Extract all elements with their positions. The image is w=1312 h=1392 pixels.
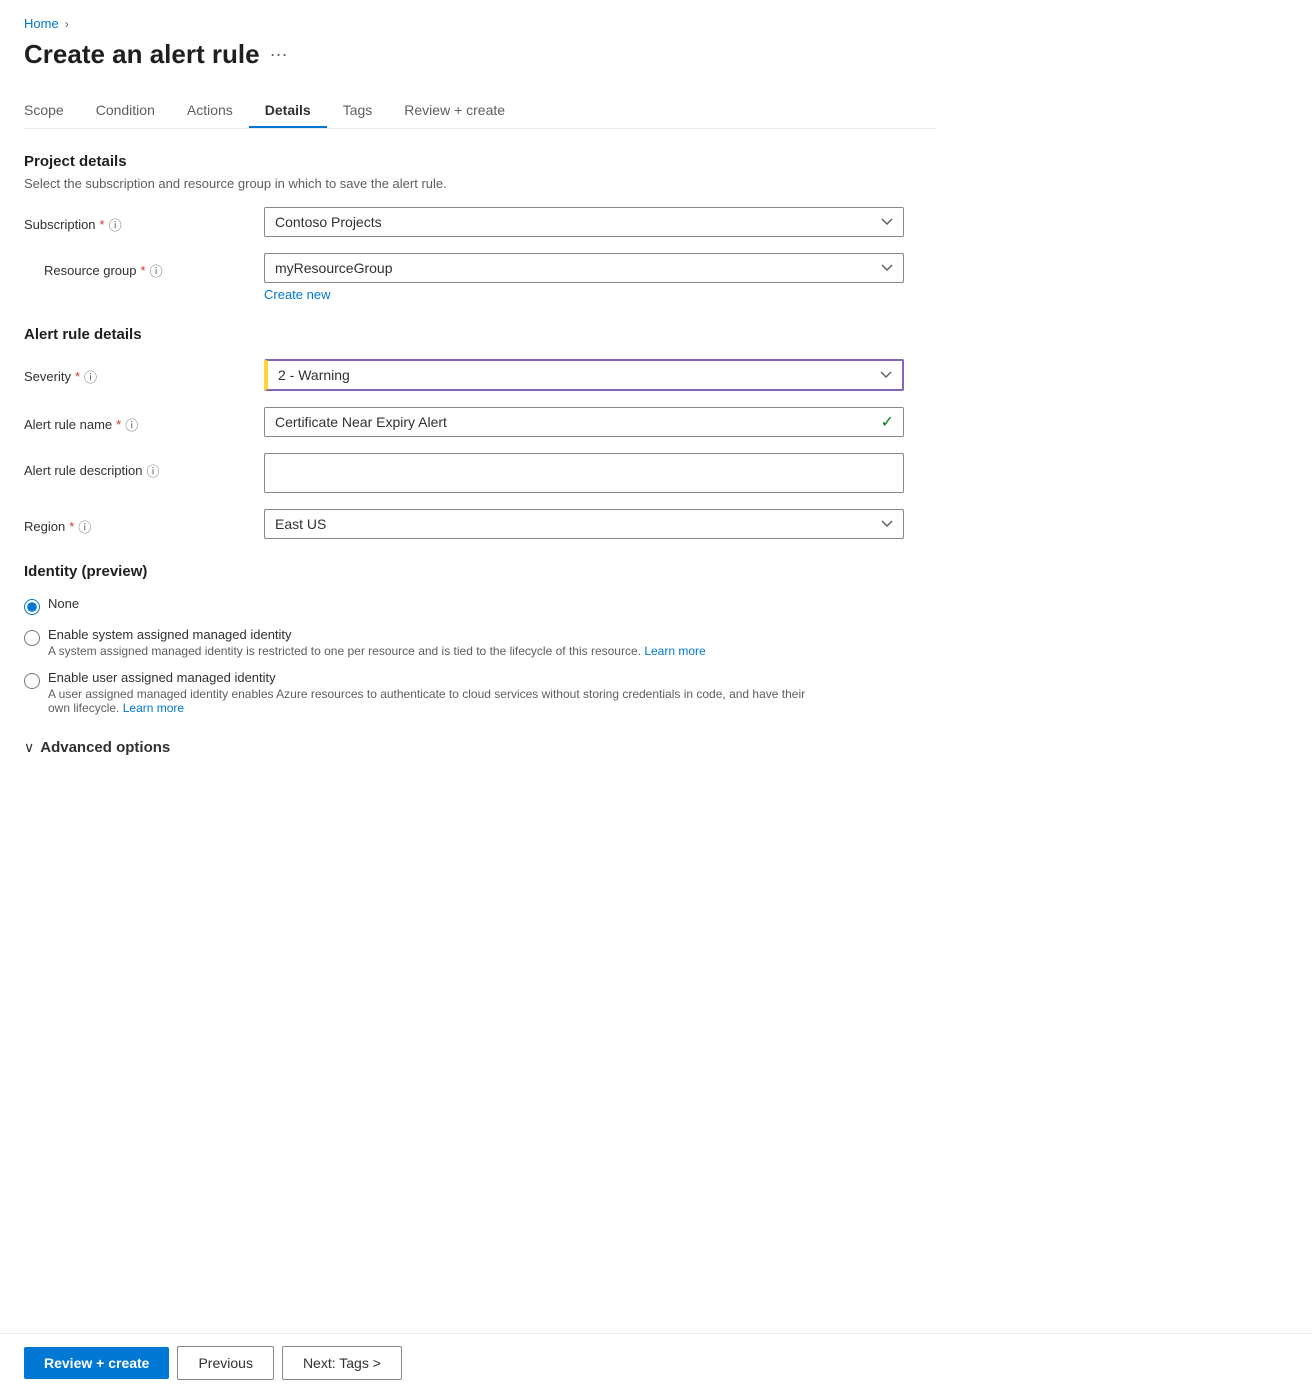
region-required: *: [69, 519, 74, 534]
identity-title: Identity (preview): [24, 563, 936, 580]
advanced-options-label: Advanced options: [40, 739, 170, 756]
alert-rule-description-input[interactable]: [264, 453, 904, 493]
alert-rule-description-control: [264, 453, 904, 493]
breadcrumb-home[interactable]: Home: [24, 16, 59, 31]
next-button[interactable]: Next: Tags >: [282, 1346, 402, 1380]
tab-condition[interactable]: Condition: [80, 94, 171, 128]
tabs-nav: Scope Condition Actions Details Tags Rev…: [24, 94, 936, 129]
alert-rule-details-section: Alert rule details Severity * ⓘ 2 - Warn…: [24, 326, 936, 539]
subscription-info-icon[interactable]: ⓘ: [109, 215, 122, 234]
name-check-icon: ✓: [881, 412, 894, 432]
region-label: Region * ⓘ: [24, 509, 264, 536]
rg-required: *: [141, 263, 146, 278]
user-assigned-learn-more-link[interactable]: Learn more: [123, 701, 184, 715]
identity-system-desc: A system assigned managed identity is re…: [48, 644, 706, 658]
project-details-desc: Select the subscription and resource gro…: [24, 176, 936, 191]
alert-rule-name-label: Alert rule name * ⓘ: [24, 407, 264, 434]
name-required: *: [116, 417, 121, 432]
subscription-label: Subscription * ⓘ: [24, 207, 264, 234]
severity-row: Severity * ⓘ 2 - Warning: [24, 359, 936, 391]
advanced-options-chevron-icon: ∨: [24, 739, 34, 756]
project-details-section: Project details Select the subscription …: [24, 153, 936, 302]
rg-info-icon[interactable]: ⓘ: [150, 261, 163, 280]
identity-none-label[interactable]: None: [48, 596, 79, 611]
resource-group-row: Resource group * ⓘ myResourceGroup Creat…: [24, 253, 936, 302]
alert-rule-name-input[interactable]: [264, 407, 904, 437]
identity-user-label[interactable]: Enable user assigned managed identity: [48, 670, 808, 685]
resource-group-control: myResourceGroup Create new: [264, 253, 904, 302]
project-details-title: Project details: [24, 153, 936, 170]
tab-details[interactable]: Details: [249, 94, 327, 128]
subscription-select[interactable]: Contoso Projects: [264, 207, 904, 237]
subscription-control: Contoso Projects: [264, 207, 904, 237]
resource-group-select[interactable]: myResourceGroup: [264, 253, 904, 283]
resource-group-label-wrap: Resource group * ⓘ: [24, 253, 264, 280]
tab-scope[interactable]: Scope: [24, 94, 80, 128]
name-info-icon[interactable]: ⓘ: [125, 415, 138, 434]
description-info-icon[interactable]: ⓘ: [147, 461, 160, 480]
identity-system-radio[interactable]: [24, 630, 40, 646]
identity-section: Identity (preview) None Enable system as…: [24, 563, 936, 715]
identity-system-assigned-item: Enable system assigned managed identity …: [24, 627, 936, 658]
bottom-bar: Review + create Previous Next: Tags >: [0, 1333, 1312, 1392]
identity-radio-group: None Enable system assigned managed iden…: [24, 596, 936, 715]
region-select[interactable]: East US: [264, 509, 904, 539]
breadcrumb-separator: ›: [65, 17, 69, 31]
severity-required: *: [75, 369, 80, 384]
alert-rule-description-label: Alert rule description ⓘ: [24, 453, 264, 480]
identity-user-desc: A user assigned managed identity enables…: [48, 687, 808, 715]
identity-none-radio[interactable]: [24, 599, 40, 615]
alert-rule-details-title: Alert rule details: [24, 326, 936, 343]
tab-tags[interactable]: Tags: [327, 94, 389, 128]
previous-button[interactable]: Previous: [177, 1346, 273, 1380]
alert-rule-name-control: ✓: [264, 407, 904, 437]
breadcrumb: Home ›: [24, 16, 936, 31]
advanced-options-toggle[interactable]: ∨ Advanced options: [24, 739, 936, 756]
alert-rule-name-input-wrap: ✓: [264, 407, 904, 437]
create-new-link[interactable]: Create new: [264, 287, 904, 302]
page-options-icon[interactable]: ···: [270, 44, 288, 65]
severity-label: Severity * ⓘ: [24, 359, 264, 386]
review-create-button[interactable]: Review + create: [24, 1347, 169, 1379]
identity-none-label-wrap: None: [48, 596, 79, 611]
page-title: Create an alert rule ···: [24, 39, 936, 70]
tab-actions[interactable]: Actions: [171, 94, 249, 128]
identity-none-item: None: [24, 596, 936, 615]
identity-system-label[interactable]: Enable system assigned managed identity: [48, 627, 706, 642]
identity-user-radio[interactable]: [24, 673, 40, 689]
subscription-row: Subscription * ⓘ Contoso Projects: [24, 207, 936, 237]
severity-control: 2 - Warning: [264, 359, 904, 391]
identity-user-label-wrap: Enable user assigned managed identity A …: [48, 670, 808, 715]
identity-system-label-wrap: Enable system assigned managed identity …: [48, 627, 706, 658]
alert-rule-name-row: Alert rule name * ⓘ ✓: [24, 407, 936, 437]
system-assigned-learn-more-link[interactable]: Learn more: [644, 644, 705, 658]
alert-rule-description-row: Alert rule description ⓘ: [24, 453, 936, 493]
region-info-icon[interactable]: ⓘ: [78, 517, 91, 536]
severity-select[interactable]: 2 - Warning: [264, 359, 904, 391]
identity-user-assigned-item: Enable user assigned managed identity A …: [24, 670, 936, 715]
subscription-required: *: [100, 217, 105, 232]
severity-info-icon[interactable]: ⓘ: [84, 367, 97, 386]
region-control: East US: [264, 509, 904, 539]
tab-review-create[interactable]: Review + create: [388, 94, 521, 128]
region-row: Region * ⓘ East US: [24, 509, 936, 539]
